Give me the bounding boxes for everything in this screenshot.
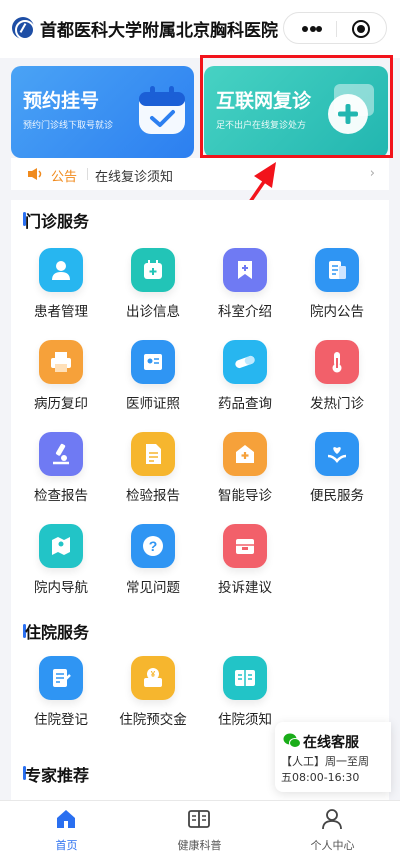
outpatient-item-label: 药品查询	[218, 396, 272, 412]
tab-bar: 首页 健康科普 个人中心	[0, 800, 400, 857]
thermometer-icon	[315, 340, 359, 384]
inpatient-item[interactable]: 住院登记	[15, 656, 105, 744]
outpatient-item-label: 投诉建议	[218, 580, 272, 596]
outpatient-item[interactable]: 病历复印	[15, 340, 105, 428]
outpatient-item[interactable]: 院内导航	[15, 524, 105, 612]
outpatient-item-label: 出诊信息	[126, 304, 180, 320]
tab-profile-label: 个人中心	[310, 839, 355, 852]
outpatient-item[interactable]: 出诊信息	[107, 248, 197, 336]
outpatient-item-label: 院内导航	[34, 580, 88, 596]
outpatient-item[interactable]: 患者管理	[15, 248, 105, 336]
svg-text:¥: ¥	[151, 670, 156, 679]
outpatient-item[interactable]: 智能导诊	[199, 432, 289, 520]
outpatient-item-label: 患者管理	[34, 304, 88, 320]
register-icon	[39, 656, 83, 700]
notice-doc-icon	[315, 248, 359, 292]
outpatient-item[interactable]: 院内公告	[291, 248, 381, 336]
badge-icon	[131, 340, 175, 384]
tab-profile[interactable]: 个人中心	[266, 801, 399, 857]
tab-home[interactable]: 首页	[0, 801, 133, 857]
question-icon: ?	[131, 524, 175, 568]
svg-text:?: ?	[149, 538, 158, 554]
page-title: 首都医科大学附属北京胸科医院	[40, 21, 278, 41]
deposit-icon: ¥	[131, 656, 175, 700]
notice-text: 在线复诊须知	[95, 170, 174, 185]
mailbox-icon	[223, 524, 267, 568]
outpatient-item-label: 病历复印	[34, 396, 88, 412]
report-icon	[131, 432, 175, 476]
miniprogram-capsule	[283, 12, 387, 44]
inpatient-item-label: 住院登记	[34, 712, 88, 728]
tab-home-label: 首页	[55, 839, 78, 852]
more-icon[interactable]	[302, 26, 322, 32]
book-open-icon	[188, 810, 210, 828]
outpatient-item-label: 检查报告	[34, 488, 88, 504]
outpatient-item[interactable]: 检查报告	[15, 432, 105, 520]
hospital-icon	[223, 432, 267, 476]
tab-health-education-label: 健康科普	[177, 839, 222, 852]
home-page: 首都医科大学附属北京胸科医院 预约挂号 预约门诊线下取号就诊 互联网复诊 足不出…	[0, 0, 400, 857]
booking-subtitle: 预约门诊线下取号就诊	[23, 121, 114, 131]
patient-icon	[39, 248, 83, 292]
hospital-logo-icon	[12, 17, 35, 40]
book-icon	[223, 656, 267, 700]
inpatient-item-label: 住院预交金	[119, 712, 187, 728]
inpatient-item[interactable]: ¥ 住院预交金	[107, 656, 197, 744]
outpatient-item-label: 医师证照	[126, 396, 180, 412]
header: 首都医科大学附属北京胸科医院	[0, 0, 400, 58]
outpatient-item-label: 科室介绍	[218, 304, 272, 320]
capsule-divider	[336, 21, 337, 37]
service-hours-line1: 【人工】周一至周	[281, 755, 369, 768]
outpatient-item-label: 常见问题	[126, 580, 180, 596]
outpatient-item[interactable]: 药品查询	[199, 340, 289, 428]
outpatient-item-label: 便民服务	[310, 488, 364, 504]
pill-icon	[223, 340, 267, 384]
outpatient-item-label: 智能导诊	[218, 488, 272, 504]
notice-divider	[87, 168, 88, 180]
map-icon	[39, 524, 83, 568]
close-miniprogram-icon[interactable]	[352, 20, 370, 38]
chevron-right-icon: ›	[369, 166, 375, 181]
booking-title: 预约挂号	[23, 90, 100, 112]
calendar-check-icon	[139, 86, 185, 134]
printer-icon	[39, 340, 83, 384]
online-service-widget[interactable]: 在线客服 【人工】周一至周 五08:00-16:30	[275, 722, 391, 792]
speaker-icon	[28, 168, 42, 180]
home-icon	[57, 810, 75, 828]
outpatient-item-label: 院内公告	[310, 304, 364, 320]
user-icon	[322, 809, 342, 830]
notice-label: 公告	[51, 170, 78, 185]
online-service-title: 在线客服	[303, 735, 359, 751]
tab-health-education[interactable]: 健康科普	[133, 801, 266, 857]
outpatient-item[interactable]: 发热门诊	[291, 340, 381, 428]
highlight-box	[200, 55, 393, 158]
microscope-icon	[39, 432, 83, 476]
inpatient-title: 住院服务	[25, 623, 90, 642]
experts-title: 专家推荐	[25, 766, 90, 785]
outpatient-item[interactable]: 检验报告	[107, 432, 197, 520]
outpatient-item[interactable]: ? 常见问题	[107, 524, 197, 612]
outpatient-item-label: 发热门诊	[310, 396, 364, 412]
wechat-icon	[283, 733, 301, 748]
calendar-icon	[131, 248, 175, 292]
outpatient-item[interactable]: 科室介绍	[199, 248, 289, 336]
outpatient-item[interactable]: 医师证照	[107, 340, 197, 428]
outpatient-item[interactable]: 投诉建议	[199, 524, 289, 612]
bookmark-icon	[223, 248, 267, 292]
service-hours-line2: 五08:00-16:30	[281, 771, 360, 784]
outpatient-item[interactable]: 便民服务	[291, 432, 381, 520]
outpatient-item-label: 检验报告	[126, 488, 180, 504]
heart-hand-icon	[315, 432, 359, 476]
outpatient-title: 门诊服务	[25, 212, 90, 231]
booking-card[interactable]: 预约挂号 预约门诊线下取号就诊	[11, 66, 194, 158]
